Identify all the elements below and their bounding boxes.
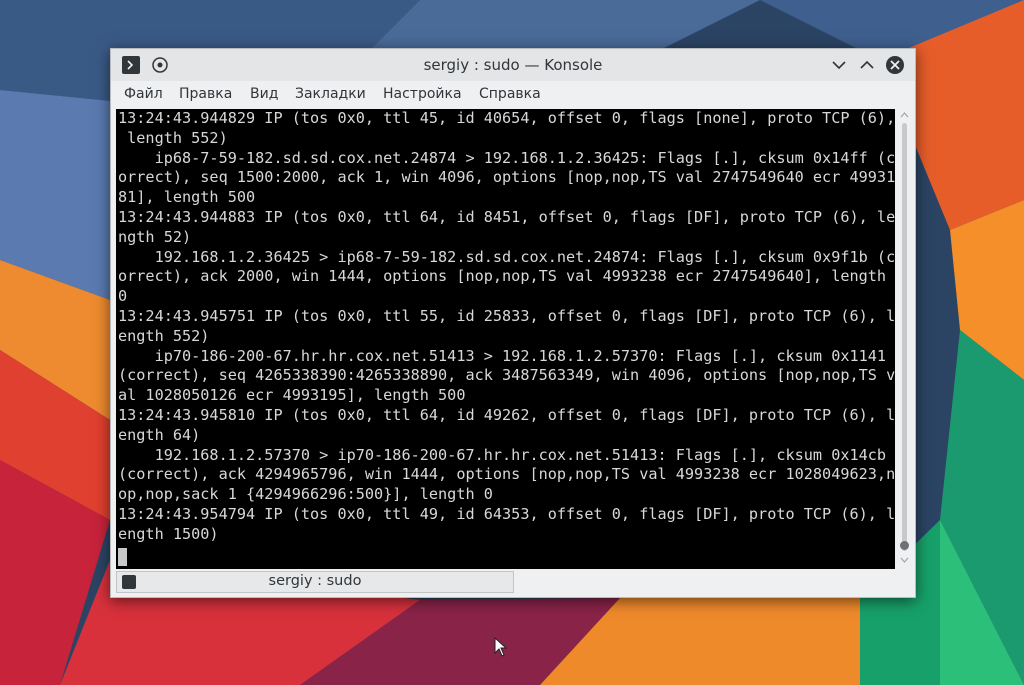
tab-session[interactable]: sergiy : sudo [116,571,514,593]
terminal-line: ength 1500) [118,524,219,543]
terminal-line: ip68-7-59-182.sd.sd.cox.net.24874 > 192.… [154,148,895,167]
scroll-down-icon[interactable] [900,557,909,564]
scroll-up-icon[interactable] [900,111,909,118]
menu-settings[interactable]: Настройка [383,86,462,102]
terminal-line: al 1028050126 ecr 4993195], length 500 [118,386,466,405]
konsole-window: sergiy : sudo — Konsole Файл Правка Вид … [110,48,916,598]
vertical-scrollbar[interactable] [897,109,911,569]
terminal-line: 81], length 500 [118,188,256,207]
scroll-thumb[interactable] [900,541,909,550]
terminal-line: ength 552) [118,326,210,345]
title-bar[interactable]: sergiy : sudo — Konsole [111,49,915,81]
terminal-line: ngth 52) [118,227,192,246]
terminal-line: 13:24:43.954794 IP (tos 0x0, ttl 49, id … [118,504,895,523]
menu-file[interactable]: Файл [124,86,163,102]
chevron-down-icon[interactable] [829,55,849,75]
terminal-line: ength 64) [118,425,201,444]
terminal-line: 192.168.1.2.57370 > ip70-186-200-67.hr.h… [154,445,887,464]
terminal-line: 13:24:43.945751 IP (tos 0x0, ttl 55, id … [118,306,895,325]
terminal-line: orrect), ack 2000, win 1444, options [no… [118,267,887,286]
terminal-line: 13:24:43.945810 IP (tos 0x0, ttl 64, id … [118,405,895,424]
terminal-line: orrect), seq 1500:2000, ack 1, win 4096,… [118,168,895,187]
close-icon[interactable] [885,55,905,75]
menu-edit[interactable]: Правка [179,86,232,102]
terminal-line: 192.168.1.2.36425 > ip68-7-59-182.sd.sd.… [154,247,895,266]
terminal-line: ip70-186-200-67.hr.hr.cox.net.51413 > 19… [154,346,887,365]
chevron-up-icon[interactable] [857,55,877,75]
terminal-line: op,nop,sack 1 {4294966296:500}], length … [118,485,493,504]
terminal-output[interactable]: 13:24:43.944829 IP (tos 0x0, ttl 45, id … [116,109,895,569]
terminal-line: length 552) [127,128,228,147]
text-cursor [118,548,127,566]
terminal-line: 0 [118,287,128,306]
window-title: sergiy : sudo — Konsole [423,56,603,74]
terminal-line: (correct), ack 4294965796, win 1444, opt… [118,465,895,484]
menu-view[interactable]: Вид [250,86,278,102]
mouse-pointer-icon [494,637,508,657]
terminal-line: 13:24:43.944883 IP (tos 0x0, ttl 64, id … [118,207,895,226]
terminal-text: 13:24:43.944829 IP (tos 0x0, ttl 45, id … [118,109,895,545]
terminal-line: 13:24:43.944829 IP (tos 0x0, ttl 45, id … [118,109,895,127]
menu-bookmarks[interactable]: Закладки [295,86,366,102]
terminal-line: (correct), seq 4265338390:4265338890, ac… [118,366,895,385]
scroll-track[interactable] [902,123,907,551]
menu-help[interactable]: Справка [479,86,541,102]
tab-label: sergiy : sudo [268,573,362,589]
menu-bar: Файл Правка Вид Закладки Настройка Справ… [111,82,915,106]
